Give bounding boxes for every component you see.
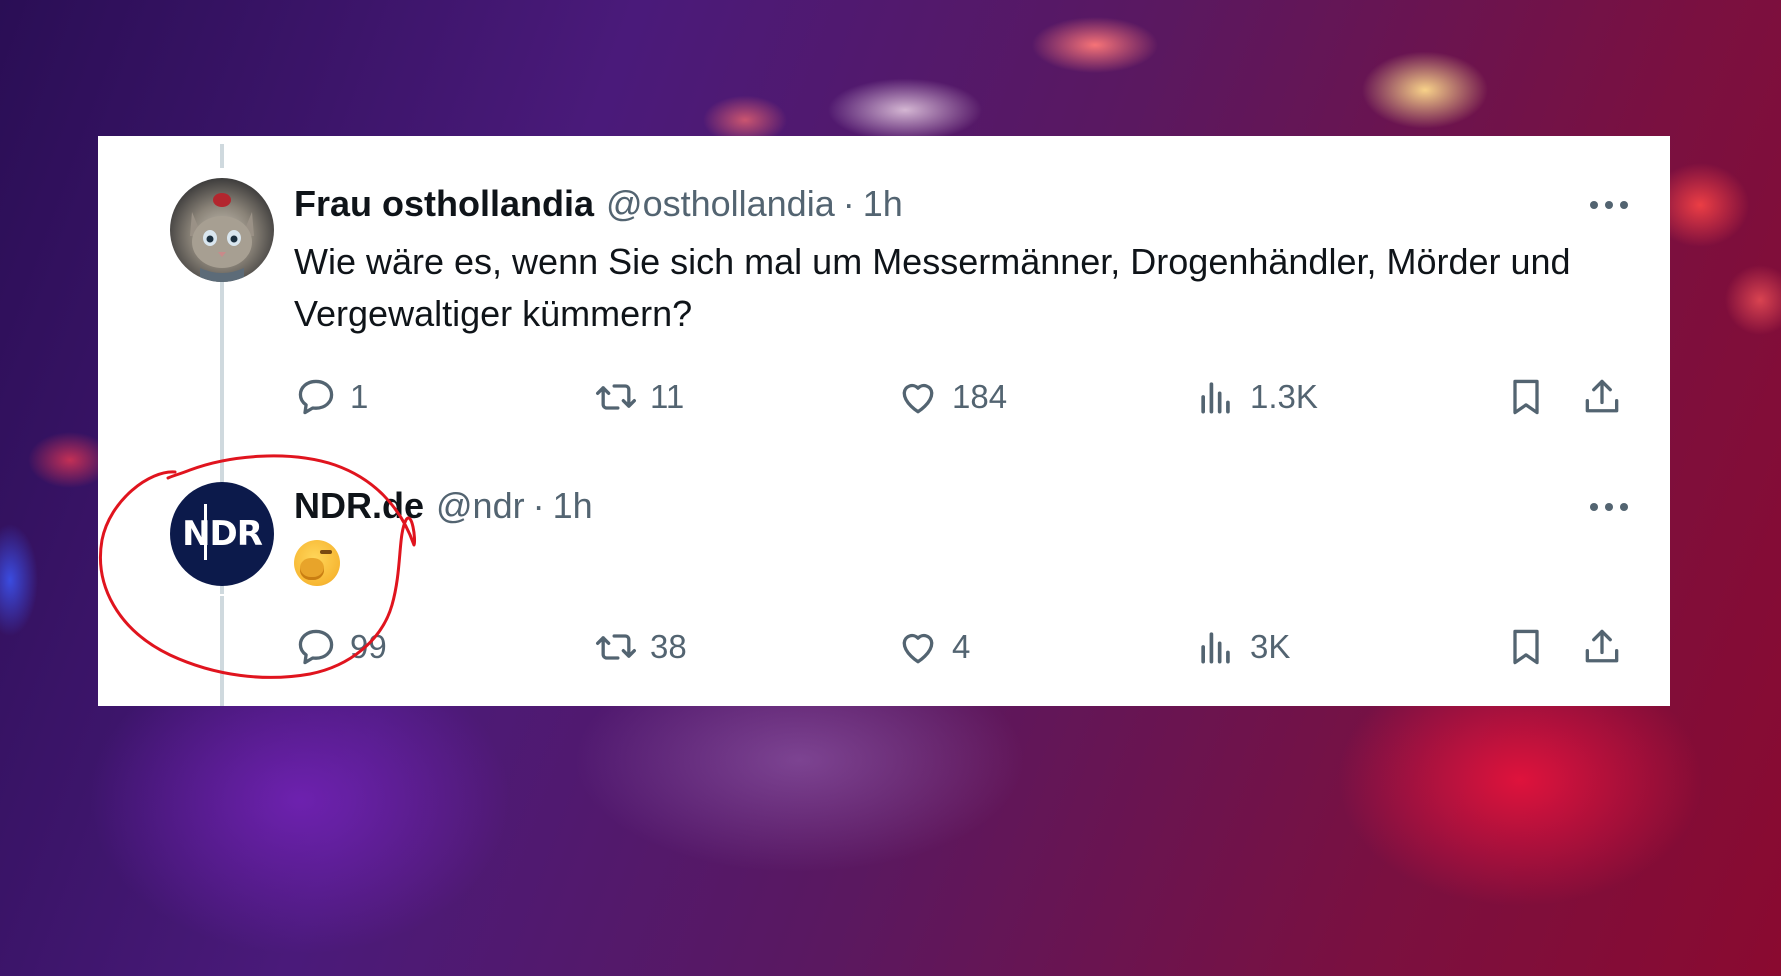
more-options-button[interactable] [1584,492,1634,522]
display-name[interactable]: Frau osthollandia [294,183,594,225]
user-handle[interactable]: @osthollandia [606,183,835,225]
ndr-logo: NDR [182,504,263,560]
share-button[interactable] [1580,372,1624,422]
timestamp[interactable]: 1h [863,183,903,225]
avatar[interactable] [170,178,274,282]
views-button[interactable]: 3K [1194,622,1290,672]
tweet-ndr[interactable]: NDR NDR.de @ndr · 1h 99 38 4 3K [98,436,1670,706]
share-icon [1585,379,1619,413]
bookmark-button[interactable] [1504,622,1548,672]
tweet-header: Frau osthollandia @osthollandia · 1h [294,182,903,226]
display-name[interactable]: NDR.de [294,485,424,527]
bookmark-icon [1513,379,1539,415]
separator-dot: · [532,485,545,526]
like-count: 184 [952,378,1008,415]
tweet-header: NDR.de @ndr · 1h [294,484,593,528]
speech-bubble-icon [298,379,334,415]
heart-icon [902,383,934,414]
views-count: 3K [1250,628,1291,665]
views-button[interactable]: 1.3K [1194,372,1318,422]
retweet-icon [596,634,636,660]
retweet-count: 11 [650,378,685,415]
tweet-actions: 99 38 4 3K [294,622,1634,672]
heart-icon [902,633,934,664]
retweet-button[interactable]: 11 [594,372,684,422]
page: { "tweets": [ { "name": "Frau ostholland… [0,0,1781,976]
reply-button[interactable]: 99 [294,622,387,672]
bookmark-icon [1513,629,1539,665]
share-icon [1585,629,1619,663]
more-dots-icon [1590,503,1628,511]
retweet-icon [596,384,636,410]
retweet-button[interactable]: 38 [594,622,687,672]
speech-bubble-icon [298,629,334,665]
reply-button[interactable]: 1 [294,372,368,422]
share-button[interactable] [1580,622,1624,672]
more-dots-icon [1590,201,1628,209]
tweet-thread-card: Frau osthollandia @osthollandia · 1h Wie… [98,136,1670,706]
views-count: 1.3K [1250,378,1318,415]
more-options-button[interactable] [1584,190,1634,220]
tweet-text [294,536,1614,600]
yawning-face-emoji [294,540,340,586]
like-count: 4 [952,628,971,665]
bar-chart-icon [1201,382,1230,414]
cat-avatar-icon [190,193,254,282]
reply-count: 1 [350,378,369,415]
timestamp[interactable]: 1h [553,485,593,527]
bookmark-button[interactable] [1504,372,1548,422]
bar-chart-icon [1201,632,1230,664]
separator-dot: · [842,183,855,224]
like-button[interactable]: 184 [896,372,1007,422]
reply-count: 99 [350,628,387,665]
like-button[interactable]: 4 [896,622,970,672]
retweet-count: 38 [650,628,687,665]
user-handle[interactable]: @ndr [436,485,525,527]
tweet-actions: 1 11 184 1.3K [294,372,1634,422]
tweet-osthollandia[interactable]: Frau osthollandia @osthollandia · 1h Wie… [98,136,1670,436]
avatar[interactable]: NDR [170,482,274,586]
tweet-text: Wie wäre es, wenn Sie sich mal um Messer… [294,241,1571,334]
